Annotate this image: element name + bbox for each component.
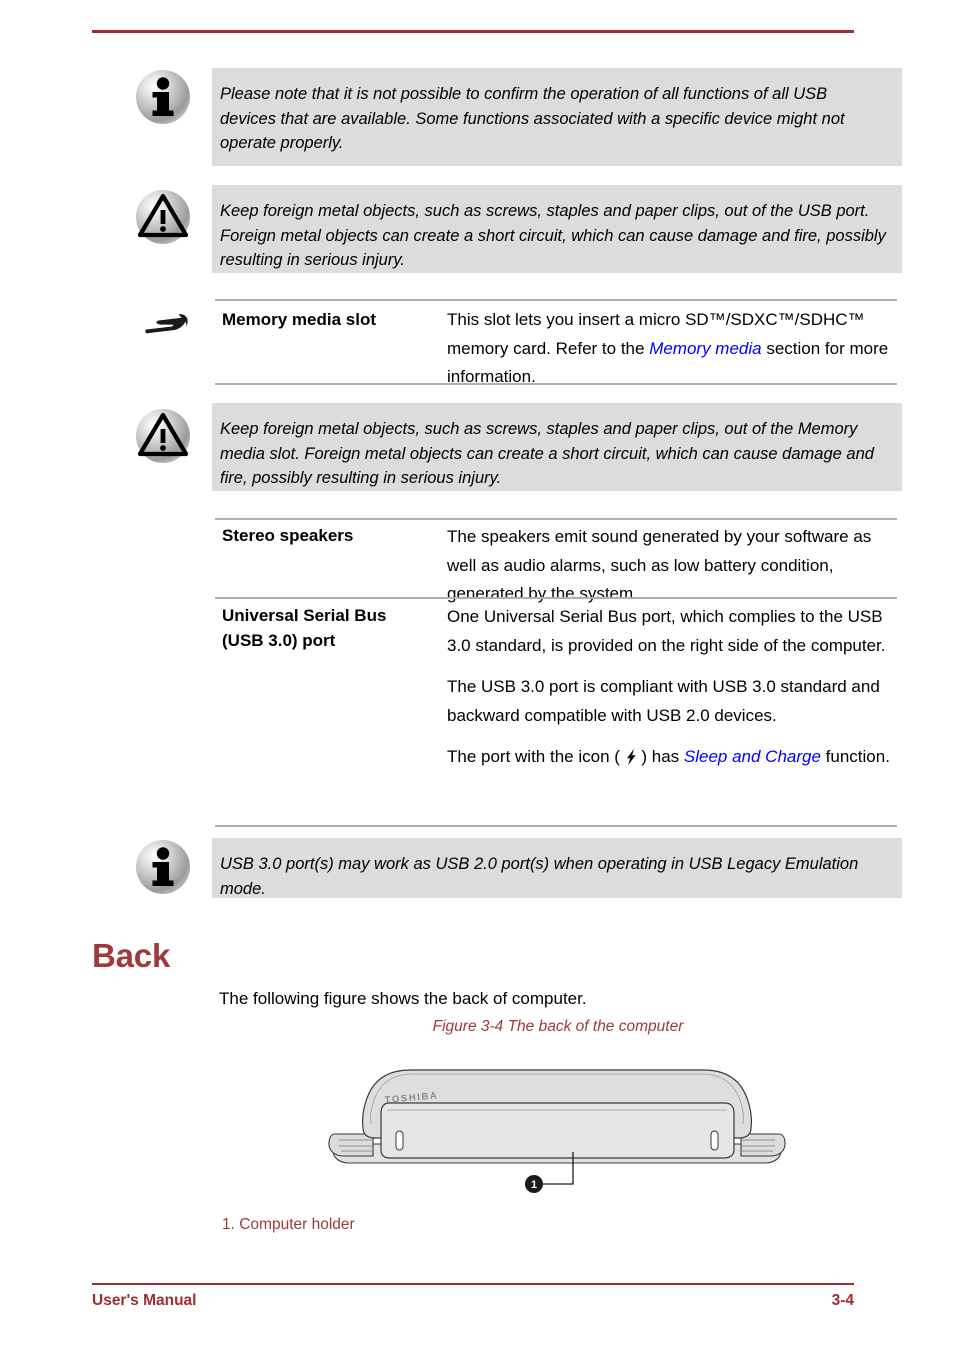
usb-p3-mid: ) has: [636, 747, 684, 766]
usb-desc-p2: The USB 3.0 port is compliant with USB 3…: [447, 677, 880, 725]
caution-memory-slot-text: Keep foreign metal objects, such as scre…: [220, 420, 874, 487]
spec-name-memory-media-slot: Memory media slot: [222, 310, 376, 329]
usb-p3-after: function.: [820, 747, 890, 766]
info-glyph: [152, 77, 174, 116]
spec-desc-usb-port: One Universal Serial Bus port, which com…: [447, 603, 897, 772]
spec-desc-stereo-speakers: The speakers emit sound generated by you…: [447, 523, 897, 609]
table-rule: [215, 518, 897, 520]
laptop-back-illustration: TOSHIBA 1: [328, 1069, 786, 1193]
note-usb-legacy: USB 3.0 port(s) may work as USB 2.0 port…: [212, 838, 902, 898]
caution-usb-port-text: Keep foreign metal objects, such as scre…: [220, 202, 886, 269]
usb-desc-p3: The port with the icon ( ) has Sleep and…: [447, 743, 897, 772]
sleep-and-charge-link[interactable]: Sleep and Charge: [684, 747, 821, 766]
note-usb-devices-text: Please note that it is not possible to c…: [220, 85, 845, 152]
info-icon: [136, 70, 190, 124]
figure-legend: 1. Computer holder: [222, 1216, 355, 1233]
table-rule: [215, 597, 897, 599]
usb-p3-before: The port with the icon (: [447, 747, 625, 766]
usb-desc-p1: One Universal Serial Bus port, which com…: [447, 607, 886, 655]
header-rule: [92, 30, 854, 33]
spec-name-stereo-speakers: Stereo speakers: [222, 526, 354, 545]
warning-glyph: [137, 412, 189, 457]
table-rule: [215, 825, 897, 827]
footer-page-number: 3-4: [831, 1292, 854, 1309]
figure-caption: Figure 3-4 The back of the computer: [432, 1018, 684, 1035]
spec-desc-memory-media-slot: This slot lets you insert a micro SD™/SD…: [447, 306, 897, 392]
sd-card-icon: [144, 314, 188, 336]
lightning-bolt-icon: [626, 749, 636, 765]
warning-glyph: [137, 193, 189, 238]
table-rule: [215, 383, 897, 385]
warning-triangle-icon: [136, 409, 190, 463]
usb-name-line1: Universal Serial Bus: [222, 606, 387, 625]
caution-usb-port: Keep foreign metal objects, such as scre…: [212, 185, 902, 273]
manual-page: Please note that it is not possible to c…: [0, 0, 954, 1345]
info-glyph: [152, 847, 174, 886]
stereo-speakers-desc: The speakers emit sound generated by you…: [447, 527, 872, 603]
usb-name-line2: (USB 3.0) port: [222, 630, 336, 650]
note-usb-devices: Please note that it is not possible to c…: [212, 68, 902, 166]
spec-name-usb-port: Universal Serial Bus (USB 3.0) port: [222, 604, 442, 653]
back-intro-text: The following figure shows the back of c…: [219, 989, 587, 1008]
page-title-back: Back: [92, 937, 171, 974]
footer-rule: [92, 1283, 854, 1285]
warning-triangle-icon: [136, 190, 190, 244]
note-usb-legacy-text: USB 3.0 port(s) may work as USB 2.0 port…: [220, 855, 859, 898]
info-icon: [136, 840, 190, 894]
caution-memory-slot: Keep foreign metal objects, such as scre…: [212, 403, 902, 491]
svg-text:1: 1: [531, 1179, 537, 1191]
table-rule: [215, 299, 897, 301]
memory-media-link[interactable]: Memory media: [649, 339, 761, 358]
